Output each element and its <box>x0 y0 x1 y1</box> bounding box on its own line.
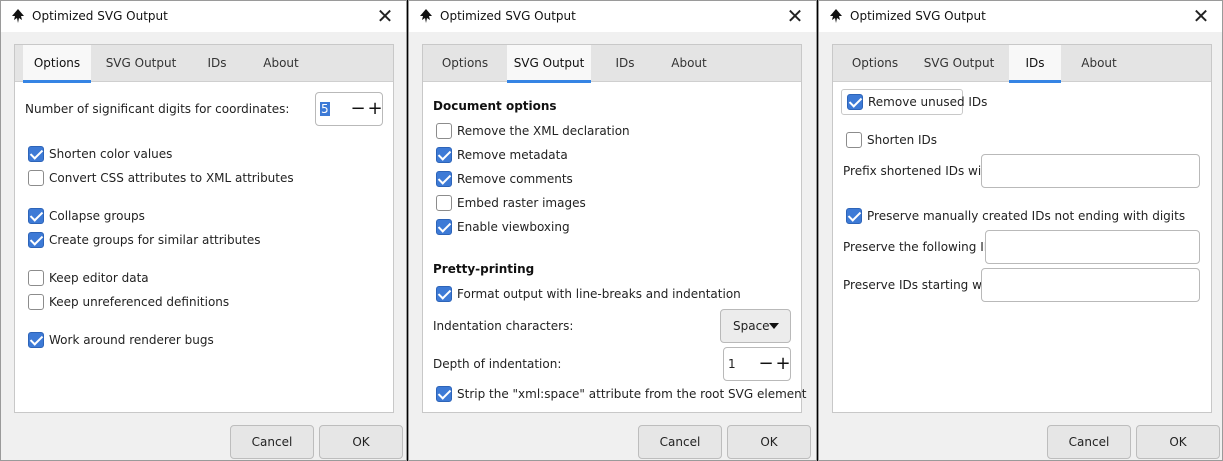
checkbox-icon[interactable] <box>436 386 452 402</box>
close-icon[interactable]: ✕ <box>374 6 396 28</box>
checkbox-label: Work around renderer bugs <box>49 333 214 347</box>
checkbox-label: Preserve manually created IDs not ending… <box>867 209 1186 223</box>
tab-svg-output[interactable]: SVG Output <box>99 45 183 82</box>
checkbox-icon[interactable] <box>28 208 44 224</box>
dialog-options: Optimized SVG Output ✕ Options SVG Outpu… <box>0 0 407 461</box>
checkbox-icon[interactable] <box>436 195 452 211</box>
checkbox-label: Keep unreferenced definitions <box>49 295 230 309</box>
window-title: Optimized SVG Output <box>32 9 168 23</box>
checkbox-label: Remove metadata <box>457 148 568 162</box>
checkbox-label: Strip the "xml:space" attribute from the… <box>457 387 807 401</box>
checkbox-label: Enable viewboxing <box>457 220 570 234</box>
tab-about[interactable]: About <box>1069 45 1129 82</box>
checkbox-label: Embed raster images <box>457 196 586 210</box>
checkbox-icon[interactable] <box>846 208 862 224</box>
combo-value: Space <box>733 319 770 333</box>
tab-options[interactable]: Options <box>841 45 909 82</box>
titlebar: Optimized SVG Output ✕ <box>1 1 406 32</box>
tab-ids[interactable]: IDs <box>599 45 651 82</box>
inkscape-icon <box>12 9 24 23</box>
tab-about[interactable]: About <box>659 45 719 82</box>
preserve-following-input[interactable] <box>985 230 1200 264</box>
tab-svg-output[interactable]: SVG Output <box>507 45 591 83</box>
tab-bar: Options SVG Output IDs About <box>833 45 1211 83</box>
indent-chars-label: Indentation characters: <box>433 319 574 333</box>
checkbox-label: Create groups for similar attributes <box>49 233 261 247</box>
close-icon[interactable]: ✕ <box>1190 6 1212 28</box>
notebook-panel: Options SVG Output IDs About Remove unus… <box>832 44 1212 413</box>
checkbox-icon[interactable] <box>436 147 452 163</box>
checkbox-icon[interactable] <box>28 232 44 248</box>
depth-value[interactable]: 1 <box>728 357 736 371</box>
increment-button[interactable]: + <box>367 93 383 125</box>
digits-value[interactable]: 5 <box>320 102 330 116</box>
tab-about[interactable]: About <box>251 45 311 82</box>
checkbox-label: Keep editor data <box>49 271 149 285</box>
checkbox-icon[interactable] <box>28 170 44 186</box>
cancel-button[interactable]: Cancel <box>230 425 314 459</box>
checkbox-remove-unused[interactable]: Remove unused IDs <box>841 89 987 115</box>
checkbox-label: Convert CSS attributes to XML attributes <box>49 171 294 185</box>
preserve-following-label: Preserve the following IDs: <box>843 240 1004 254</box>
decrement-button[interactable]: − <box>758 348 774 380</box>
checkbox-label: Shorten IDs <box>867 133 938 147</box>
inkscape-icon <box>830 9 842 23</box>
dropdown-arrow-icon <box>769 323 779 329</box>
indent-chars-combo[interactable]: Space <box>720 309 791 343</box>
checkbox-icon[interactable] <box>436 219 452 235</box>
tab-options[interactable]: Options <box>431 45 499 82</box>
checkbox-icon[interactable] <box>28 294 44 310</box>
preserve-starting-input[interactable] <box>981 268 1200 302</box>
checkbox-icon[interactable] <box>436 123 452 139</box>
checkbox-icon[interactable] <box>847 94 863 110</box>
dialog-ids: Optimized SVG Output ✕ Options SVG Outpu… <box>818 0 1223 461</box>
checkbox-icon[interactable] <box>436 171 452 187</box>
checkbox-label: Remove comments <box>457 172 573 186</box>
close-icon[interactable]: ✕ <box>784 6 806 28</box>
checkbox-icon[interactable] <box>846 132 862 148</box>
depth-spinbox[interactable]: 1 − + <box>723 347 791 381</box>
tab-bar: Options SVG Output IDs About <box>423 45 801 83</box>
checkbox-icon[interactable] <box>28 146 44 162</box>
pretty-printing-heading: Pretty-printing <box>433 262 535 276</box>
document-options-heading: Document options <box>433 99 557 113</box>
ok-button[interactable]: OK <box>1136 425 1220 459</box>
depth-label: Depth of indentation: <box>433 357 562 371</box>
checkbox-label: Remove unused IDs <box>868 95 988 109</box>
checkbox-label: Shorten color values <box>49 147 173 161</box>
ok-button[interactable]: OK <box>319 425 403 459</box>
tab-ids[interactable]: IDs <box>191 45 243 82</box>
prefix-label: Prefix shortened IDs with: <box>843 164 998 178</box>
tab-options[interactable]: Options <box>23 45 91 83</box>
cancel-button[interactable]: Cancel <box>1047 425 1131 459</box>
checkbox-icon[interactable] <box>28 332 44 348</box>
notebook-panel: Options SVG Output IDs About Document op… <box>422 44 806 413</box>
digits-spinbox[interactable]: 5 − + <box>315 92 383 126</box>
titlebar: Optimized SVG Output ✕ <box>409 1 816 32</box>
tab-ids[interactable]: IDs <box>1009 45 1061 83</box>
tab-svg-output[interactable]: SVG Output <box>917 45 1001 82</box>
cancel-button[interactable]: Cancel <box>638 425 722 459</box>
ok-button[interactable]: OK <box>727 425 811 459</box>
dialog-svg-output: Optimized SVG Output ✕ Options SVG Outpu… <box>408 0 817 461</box>
digits-label: Number of significant digits for coordin… <box>25 102 290 116</box>
decrement-button[interactable]: − <box>350 93 366 125</box>
window-title: Optimized SVG Output <box>850 9 986 23</box>
inkscape-icon <box>420 9 432 23</box>
tab-bar: Options SVG Output IDs About <box>15 45 393 83</box>
checkbox-icon[interactable] <box>436 286 452 302</box>
increment-button[interactable]: + <box>775 348 791 380</box>
checkbox-label: Collapse groups <box>49 209 145 223</box>
checkbox-label: Remove the XML declaration <box>457 124 630 138</box>
checkbox-icon[interactable] <box>28 270 44 286</box>
checkbox-label: Format output with line-breaks and inden… <box>457 287 741 301</box>
prefix-input[interactable] <box>981 154 1200 188</box>
titlebar: Optimized SVG Output ✕ <box>819 1 1222 32</box>
notebook-panel: Options SVG Output IDs About Number of s… <box>14 44 394 413</box>
window-title: Optimized SVG Output <box>440 9 576 23</box>
preserve-starting-label: Preserve IDs starting with: <box>843 278 1002 292</box>
